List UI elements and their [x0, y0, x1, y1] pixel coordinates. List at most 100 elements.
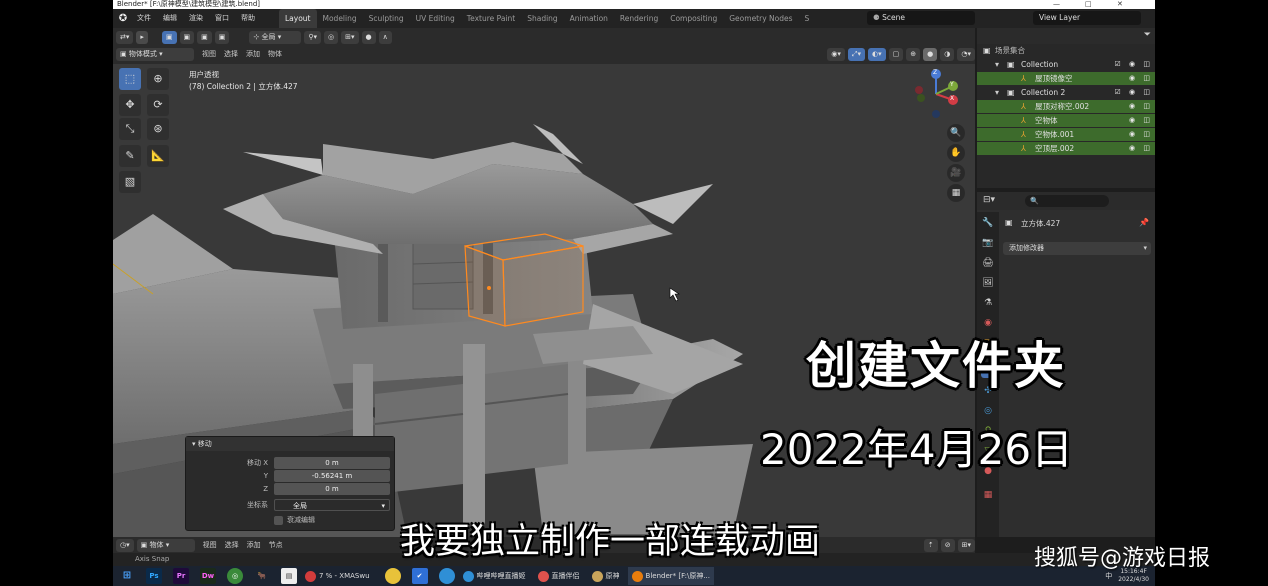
outliner-filter-icon[interactable]: ⏷	[1144, 30, 1151, 40]
menu-file[interactable]: 文件	[131, 9, 157, 28]
task-item[interactable]: 直播伴侣	[534, 567, 584, 585]
tool-tab-icon[interactable]: 🔧	[981, 216, 995, 230]
gizmo-toggle-icon[interactable]: ⤢▾	[847, 47, 866, 61]
outliner[interactable]: ⏷ ▣ 场景集合 ▾ ▣ Collection ☑ ◉ ◫ ⅄ 屋顶镜像空 ◉ …	[977, 28, 1155, 188]
visibility-icons[interactable]: ◉ ◫	[1129, 128, 1153, 141]
task-item[interactable]: 原神	[588, 567, 624, 585]
axis-gizmo[interactable]: Z X Y	[911, 68, 961, 120]
tab-modeling[interactable]: Modeling	[317, 9, 363, 28]
visibility-icons[interactable]: ◉ ◫	[1129, 100, 1153, 113]
render-tab-icon[interactable]: 📷	[981, 236, 995, 250]
scene-tab-icon[interactable]: ⚗	[981, 296, 995, 310]
transform-tool-icon[interactable]: ⊛	[147, 118, 169, 140]
visibility-icons[interactable]: ◉ ◫	[1129, 114, 1153, 127]
menu-edit[interactable]: 编辑	[157, 9, 183, 28]
move-z-field[interactable]: 0 m	[274, 483, 390, 495]
windows-start-icon[interactable]: ⊞	[119, 568, 135, 584]
photoshop-app[interactable]: Ps	[146, 568, 162, 584]
snap-icon[interactable]: ◎	[324, 30, 339, 44]
texture-tab-icon[interactable]: ▦	[981, 488, 995, 502]
bottom-menu-add[interactable]: 添加	[247, 537, 261, 553]
editor-type-icon[interactable]: ⇄▾	[116, 30, 134, 44]
pin-icon[interactable]: 📌	[1139, 218, 1149, 227]
overlay-toggle-icon[interactable]: ◐▾	[868, 47, 886, 61]
pin-icon[interactable]: ⇡	[923, 538, 938, 552]
minimize-button[interactable]: —	[1053, 0, 1060, 9]
orientation-select[interactable]: 全局 ▾	[274, 499, 390, 511]
move-y-field[interactable]: -0.56241 m	[274, 470, 390, 482]
annotate-tool-icon[interactable]: ✎	[119, 145, 141, 167]
dreamweaver-app[interactable]: Dw	[200, 568, 216, 584]
menu-add[interactable]: 添加	[246, 46, 260, 62]
outliner-row-collection-2[interactable]: ▾ ▣ Collection 2 ☑ ◉ ◫	[977, 86, 1155, 99]
pan-hand-icon[interactable]: ✋	[947, 144, 965, 162]
zoom-icon[interactable]: 🔍	[947, 124, 965, 142]
select-tool-icon[interactable]: ⬚	[119, 68, 141, 90]
snap-target-icon[interactable]: ⊞▾	[341, 30, 359, 44]
close-button[interactable]: ✕	[1117, 0, 1123, 9]
rendered-shading-icon[interactable]: ◔▾	[957, 47, 975, 61]
scale-tool-icon[interactable]: ⤡	[119, 118, 141, 140]
select-extend-icon[interactable]: ▣	[179, 30, 195, 44]
outliner-row-empty[interactable]: ⅄ 屋顶镜像空 ◉ ◫	[977, 72, 1155, 85]
maximize-button[interactable]: □	[1085, 0, 1092, 9]
browser-icon[interactable]: ◎	[227, 568, 243, 584]
blender-logo-icon[interactable]: ✪	[115, 9, 131, 28]
select-mode-icon[interactable]: ▸	[136, 30, 148, 44]
add-modifier-button[interactable]: 添加修改器 ▾	[1003, 242, 1151, 255]
outliner-row-empty[interactable]: ⅄ 屋顶对称空.002 ◉ ◫	[977, 100, 1155, 113]
select-subtract-icon[interactable]: ▣	[197, 30, 212, 44]
wireframe-shading-icon[interactable]: ⊕	[906, 47, 921, 61]
material-shading-icon[interactable]: ◑	[940, 47, 955, 61]
bottom-menu-select[interactable]: 选择	[225, 537, 239, 553]
scene-selector[interactable]: ⚈ Scene	[867, 11, 975, 25]
bottom-editor-type-icon[interactable]: ◷▾	[116, 538, 134, 552]
premiere-app[interactable]: Pr	[173, 568, 189, 584]
menu-help[interactable]: 帮助	[235, 9, 261, 28]
proportional-checkbox[interactable]	[274, 516, 283, 525]
view-layer-selector[interactable]: View Layer	[1033, 11, 1141, 25]
bottom-menu-view[interactable]: 视图	[203, 537, 217, 553]
cursor-tool-icon[interactable]: ⊕	[147, 68, 169, 90]
properties-search-input[interactable]: 🔍	[1025, 195, 1109, 207]
media-icon[interactable]: 🐂	[254, 568, 270, 584]
outliner-row-empty[interactable]: ⅄ 空物体.001 ◉ ◫	[977, 128, 1155, 141]
select-box-icon[interactable]: ▣	[161, 30, 177, 44]
pivot-icon[interactable]: ⚲▾	[304, 30, 322, 44]
tab-compositing[interactable]: Compositing	[664, 9, 723, 28]
overlay-bottom-icon[interactable]: ⊞▾	[957, 538, 975, 552]
view-layer-tab-icon[interactable]: 🖼	[981, 276, 995, 290]
tab-scripting[interactable]: S	[799, 9, 816, 28]
outliner-row-empty[interactable]: ⅄ 空物体 ◉ ◫	[977, 114, 1155, 127]
file-icon[interactable]: ▤	[281, 568, 297, 584]
task-item[interactable]: 哔哩哔哩直播姬	[459, 567, 530, 585]
task-item[interactable]: 7 % - XMASwu	[301, 567, 374, 585]
menu-window[interactable]: 窗口	[209, 9, 235, 28]
mode-select[interactable]: ▣ 物体模式 ▾	[116, 47, 194, 61]
proportional-icon[interactable]: ●	[361, 30, 376, 44]
solid-shading-icon[interactable]: ●	[923, 47, 938, 61]
select-invert-icon[interactable]: ▣	[214, 30, 230, 44]
menu-object[interactable]: 物体	[268, 46, 282, 62]
outliner-root-row[interactable]: ▣ 场景集合	[977, 44, 1155, 57]
ime-indicator[interactable]: 中	[1105, 571, 1112, 581]
ortho-grid-icon[interactable]: ▦	[947, 184, 965, 202]
menu-render[interactable]: 渲染	[183, 9, 209, 28]
rotate-tool-icon[interactable]: ⟳	[147, 94, 169, 116]
move-tool-icon[interactable]: ✥	[119, 94, 141, 116]
tab-layout[interactable]: Layout	[279, 9, 317, 28]
panel-header[interactable]: ▾ 移动	[186, 437, 394, 451]
output-tab-icon[interactable]: 🖨	[981, 256, 995, 270]
app-icon[interactable]	[438, 568, 455, 584]
properties-editor-icon[interactable]: ⊟▾	[983, 195, 995, 205]
menu-view[interactable]: 视图	[202, 46, 216, 62]
outliner-row-empty[interactable]: ⅄ 空顶层.002 ◉ ◫	[977, 142, 1155, 155]
tab-animation[interactable]: Animation	[564, 9, 614, 28]
move-x-field[interactable]: 0 m	[274, 457, 390, 469]
transform-orientation-select[interactable]: ⊹ 全局 ▾	[249, 30, 302, 44]
tab-sculpting[interactable]: Sculpting	[363, 9, 410, 28]
menu-select[interactable]: 选择	[224, 46, 238, 62]
snap-bottom-icon[interactable]: ⊘	[940, 538, 955, 552]
app-icon[interactable]: ✔	[411, 568, 428, 584]
visibility-icon[interactable]: ◉▾	[827, 47, 845, 61]
